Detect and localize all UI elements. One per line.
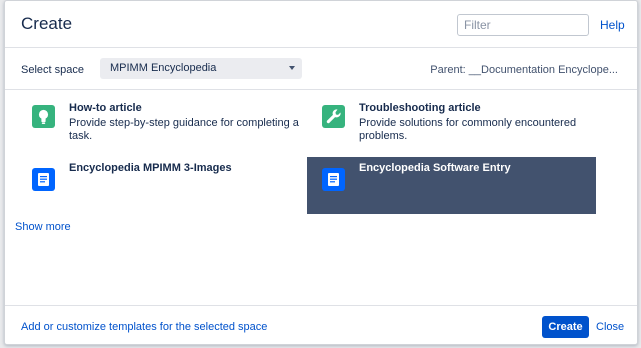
show-more-link[interactable]: Show more: [15, 221, 71, 233]
template-name: Encyclopedia MPIMM 3-Images: [69, 162, 232, 174]
customize-templates-link[interactable]: Add or customize templates for the selec…: [21, 321, 267, 333]
space-selector-bar: Select space MPIMM Encyclopedia Parent: …: [5, 48, 637, 90]
space-dropdown[interactable]: MPIMM Encyclopedia: [100, 58, 302, 79]
parent-page-label[interactable]: Parent: __Documentation Encyclope...: [430, 64, 618, 76]
create-dialog: Create Help Select space MPIMM Encyclope…: [4, 0, 638, 345]
wrench-icon: [322, 105, 345, 128]
document-icon: [32, 168, 55, 191]
space-dropdown-value: MPIMM Encyclopedia: [110, 62, 217, 74]
template-encyclopedia-mpimm-3-images[interactable]: Encyclopedia MPIMM 3-Images: [22, 157, 312, 213]
template-description: Provide solutions for commonly encounter…: [359, 117, 577, 142]
select-space-label: Select space: [21, 64, 84, 76]
dialog-title: Create: [21, 14, 73, 33]
dialog-footer: Add or customize templates for the selec…: [5, 305, 637, 344]
lightbulb-icon: [32, 105, 55, 128]
chevron-down-icon: [289, 66, 295, 70]
document-icon: [322, 168, 345, 191]
template-encyclopedia-software-entry[interactable]: Encyclopedia Software Entry: [307, 157, 596, 214]
template-how-to-article[interactable]: How-to article Provide step-by-step guid…: [22, 97, 312, 149]
create-button[interactable]: Create: [542, 316, 589, 338]
filter-input[interactable]: [457, 14, 589, 36]
dialog-header: Create Help: [5, 1, 637, 48]
template-name: Encyclopedia Software Entry: [359, 162, 511, 174]
template-troubleshooting-article[interactable]: Troubleshooting article Provide solution…: [312, 97, 602, 149]
template-name: Troubleshooting article: [359, 102, 481, 114]
help-link[interactable]: Help: [600, 18, 625, 32]
close-button[interactable]: Close: [596, 321, 624, 333]
template-description: Provide step-by-step guidance for comple…: [69, 117, 299, 142]
template-name: How-to article: [69, 102, 142, 114]
